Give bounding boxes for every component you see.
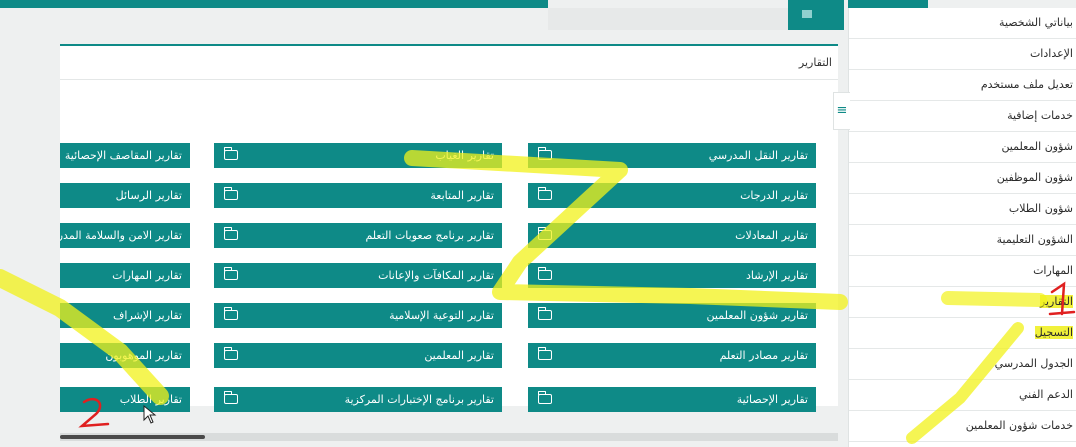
folder-icon xyxy=(223,147,238,160)
sidebar-item-registration[interactable]: التسجيل xyxy=(849,318,1076,349)
report-button-label: تقارير التوعية الإسلامية xyxy=(389,309,494,322)
report-button-label: تقارير النقل المدرسي xyxy=(708,149,808,162)
folder-icon xyxy=(223,307,238,320)
report-button-label: تقارير مصادر التعلم xyxy=(719,349,808,362)
report-button-label: تقارير الموهوبون xyxy=(105,349,182,362)
folder-icon xyxy=(537,187,552,200)
report-button-label: تقارير برنامج الإختبارات المركزية xyxy=(344,393,494,406)
logo-square-icon xyxy=(802,10,812,18)
report-button-label: تقارير المهارات xyxy=(112,269,182,282)
report-button-label: تقارير برنامج صعوبات التعلم xyxy=(365,229,494,242)
report-button[interactable]: تقارير مصادر التعلم xyxy=(528,343,816,368)
sidebar-item-teachers-affairs[interactable]: شؤون المعلمين xyxy=(849,132,1076,163)
report-button-label: تقارير الإشراف xyxy=(113,309,182,322)
report-button[interactable]: تقارير برنامج الإختبارات المركزية xyxy=(214,387,502,412)
sidebar-item-reports[interactable]: التقارير xyxy=(849,287,1076,318)
menu-toggle-icon[interactable]: ≡ xyxy=(833,92,850,130)
folder-icon xyxy=(537,227,552,240)
folder-icon xyxy=(537,307,552,320)
report-button[interactable]: تقارير المكافآت والإعانات xyxy=(214,263,502,288)
report-button-label: تقارير الرسائل xyxy=(115,189,182,202)
report-button-label: تقارير الإحصائية xyxy=(736,393,808,406)
top-bar-right xyxy=(848,0,928,8)
sidebar-item-support[interactable]: الدعم الفني xyxy=(849,380,1076,411)
sidebar: بياناتي الشخصية الإعدادات تعديل ملف مستخ… xyxy=(848,8,1076,447)
report-button-label: تقارير الامن والسلامة المدرسية xyxy=(60,229,182,242)
sidebar-item-teacher-services[interactable]: خدمات شؤون المعلمين xyxy=(849,411,1076,442)
sidebar-item-staff-affairs[interactable]: شؤون الموظفين xyxy=(849,163,1076,194)
folder-icon xyxy=(537,391,552,404)
report-button[interactable]: تقارير النقل المدرسي xyxy=(528,143,816,168)
panel-title: التقارير xyxy=(60,46,838,80)
folder-icon xyxy=(223,347,238,360)
sidebar-item-extra-services[interactable]: خدمات إضافية xyxy=(849,101,1076,132)
report-button[interactable]: تقارير الامن والسلامة المدرسية xyxy=(60,223,190,248)
folder-icon xyxy=(223,187,238,200)
header-logo-block xyxy=(788,0,844,30)
folder-icon xyxy=(223,227,238,240)
sidebar-item-profile[interactable]: بياناتي الشخصية xyxy=(849,8,1076,39)
report-button-label: تقارير الطلاب xyxy=(119,393,182,406)
sidebar-item-skills[interactable]: المهارات xyxy=(849,256,1076,287)
sidebar-item-schedule[interactable]: الجدول المدرسي xyxy=(849,349,1076,380)
report-button[interactable]: تقارير الدرجات xyxy=(528,183,816,208)
report-button[interactable]: تقارير الطلاب xyxy=(60,387,190,412)
report-button[interactable]: تقارير برنامج صعوبات التعلم xyxy=(214,223,502,248)
report-button[interactable]: تقارير التوعية الإسلامية xyxy=(214,303,502,328)
sidebar-item-edit-user[interactable]: تعديل ملف مستخدم xyxy=(849,70,1076,101)
report-button-label: تقارير المعادلات xyxy=(735,229,808,242)
report-button-label: تقارير شؤون المعلمين xyxy=(706,309,808,322)
report-button[interactable]: تقارير الإشراف xyxy=(60,303,190,328)
folder-icon xyxy=(537,267,552,280)
report-button-label: تقارير المكافآت والإعانات xyxy=(378,269,494,282)
folder-icon xyxy=(537,147,552,160)
report-button[interactable]: تقارير الغياب xyxy=(214,143,502,168)
sidebar-item-educational-affairs[interactable]: الشؤون التعليمية xyxy=(849,225,1076,256)
folder-icon xyxy=(537,347,552,360)
report-button[interactable]: تقارير المعادلات xyxy=(528,223,816,248)
report-button[interactable]: تقارير المتابعة xyxy=(214,183,502,208)
sidebar-item-students-affairs[interactable]: شؤون الطلاب xyxy=(849,194,1076,225)
folder-icon xyxy=(223,267,238,280)
report-button[interactable]: تقارير شؤون المعلمين xyxy=(528,303,816,328)
report-button-label: تقارير الإرشاد xyxy=(745,269,808,282)
report-button[interactable]: تقارير الرسائل xyxy=(60,183,190,208)
report-button-label: تقارير الغياب xyxy=(435,149,494,162)
report-button[interactable]: تقارير المعلمين xyxy=(214,343,502,368)
folder-icon xyxy=(223,391,238,404)
report-button-label: تقارير المقاصف الإحصائية xyxy=(64,149,182,162)
top-gray-area xyxy=(548,8,788,30)
top-bar xyxy=(0,0,548,8)
sidebar-item-settings[interactable]: الإعدادات xyxy=(849,39,1076,70)
report-button[interactable]: تقارير الموهوبون xyxy=(60,343,190,368)
scrollbar-thumb[interactable] xyxy=(60,435,205,439)
report-button[interactable]: تقارير المهارات xyxy=(60,263,190,288)
report-button[interactable]: تقارير الإحصائية xyxy=(528,387,816,412)
report-button[interactable]: تقارير الإرشاد xyxy=(528,263,816,288)
report-button-label: تقارير المتابعة xyxy=(430,189,494,202)
report-button-label: تقارير الدرجات xyxy=(740,189,808,202)
report-button[interactable]: تقارير المقاصف الإحصائية xyxy=(60,143,190,168)
report-button-label: تقارير المعلمين xyxy=(424,349,494,362)
